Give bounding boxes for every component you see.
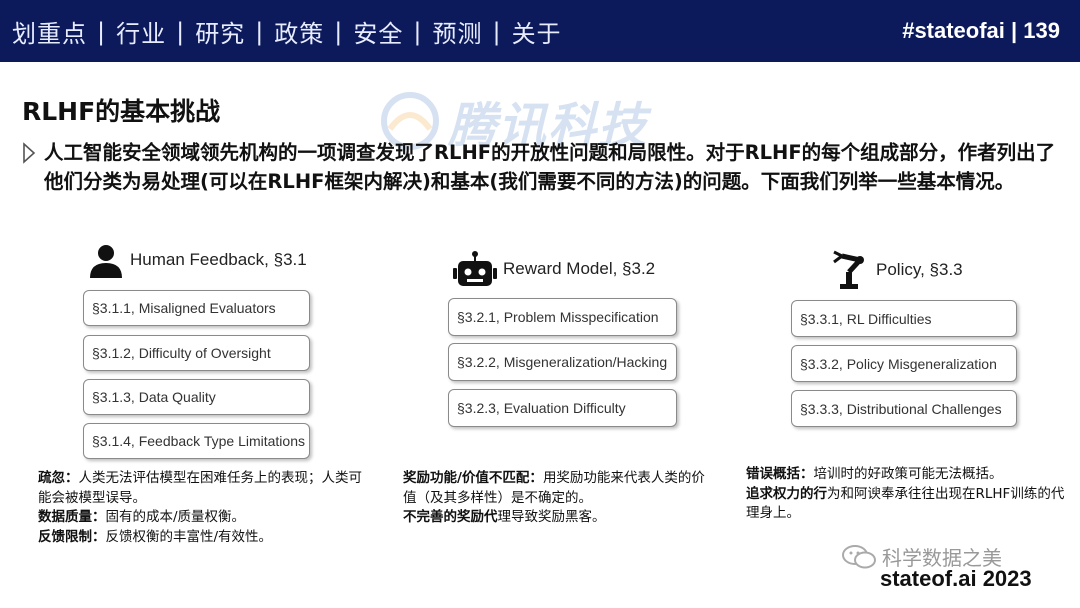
notes-human-feedback: 疏忽：人类无法评估模型在困难任务上的表现；人类可能会被模型误导。 数据质量：固有… bbox=[38, 469, 368, 547]
note-text: 培训时的好政策可能无法概括。 bbox=[813, 466, 1003, 482]
challenge-box: §3.1.3, Data Quality bbox=[83, 379, 310, 415]
challenge-box: §3.3.3, Distributional Challenges bbox=[791, 390, 1017, 427]
note-line: 追求权力的行为和阿谀奉承往往出现在RLHF训练的代理身上。 bbox=[746, 485, 1066, 524]
challenge-label: §3.1.2, Difficulty of Oversight bbox=[92, 345, 271, 361]
note-label: 反馈限制： bbox=[38, 528, 106, 545]
note-text: 理导致奖励黑客。 bbox=[497, 509, 606, 525]
challenge-box: §3.2.1, Problem Misspecification bbox=[448, 298, 677, 336]
column-heading-reward-model: Reward Model, §3.2 bbox=[453, 250, 655, 288]
robot-icon bbox=[453, 251, 497, 286]
robot-arm-icon bbox=[833, 250, 864, 289]
nav-separator: | bbox=[255, 17, 265, 46]
column-heading-policy: Policy, §3.3 bbox=[828, 250, 963, 290]
column-heading-label: Policy, §3.3 bbox=[876, 260, 963, 279]
challenge-label: §3.1.3, Data Quality bbox=[92, 389, 216, 405]
nav-separator: | bbox=[492, 17, 502, 46]
challenge-label: §3.3.3, Distributional Challenges bbox=[800, 400, 1002, 417]
note-line: 不完善的奖励代理导致奖励黑客。 bbox=[403, 508, 718, 528]
nav-separator: | bbox=[334, 17, 344, 46]
bullet-arrow-icon bbox=[23, 142, 36, 164]
challenge-box: §3.1.2, Difficulty of Oversight bbox=[83, 335, 310, 371]
note-label: 奖励功能/价值不匹配： bbox=[403, 470, 543, 486]
challenge-box: §3.2.2, Misgeneralization/Hacking bbox=[448, 343, 677, 381]
page-title: RLHF的基本挑战 bbox=[22, 97, 221, 126]
nav-separator: | bbox=[413, 17, 423, 46]
challenge-label: §3.1.1, Misaligned Evaluators bbox=[92, 300, 276, 316]
brand-footer: stateof.ai 2023 bbox=[880, 566, 1032, 591]
column-heading-label: Human Feedback, §3.1 bbox=[130, 250, 307, 269]
notes-reward-model: 奖励功能/价值不匹配：用奖励功能来代表人类的价值（及其多样性）是不确定的。 不完… bbox=[403, 469, 718, 528]
note-label: 疏忽： bbox=[38, 470, 79, 486]
nav-separator: | bbox=[97, 17, 107, 46]
challenge-label: §3.3.1, RL Difficulties bbox=[800, 310, 932, 327]
nav-item-research[interactable]: 研究 bbox=[195, 14, 245, 49]
challenge-label: §3.3.2, Policy Misgeneralization bbox=[800, 355, 997, 372]
challenge-label: §3.2.1, Problem Misspecification bbox=[457, 309, 659, 325]
challenge-box: §3.1.4, Feedback Type Limitations bbox=[83, 423, 310, 459]
nav-item-politics[interactable]: 政策 bbox=[274, 14, 324, 49]
column-heading-label: Reward Model, §3.2 bbox=[503, 259, 656, 278]
challenge-box: §3.3.2, Policy Misgeneralization bbox=[791, 345, 1017, 382]
nav-item-highlights[interactable]: 划重点 bbox=[12, 14, 87, 49]
note-text: 固有的成本/质量权衡。 bbox=[105, 509, 246, 525]
slide-tag: #stateofai | 139 bbox=[902, 18, 1060, 43]
challenge-label: §3.2.3, Evaluation Difficulty bbox=[457, 400, 626, 416]
challenge-label: §3.1.4, Feedback Type Limitations bbox=[92, 433, 305, 449]
note-label: 追求权力的行 bbox=[746, 485, 827, 502]
top-bar: 划重点 | 行业 | 研究 | 政策 | 安全 | 预测 | 关于 #state… bbox=[0, 0, 1080, 62]
note-label: 不完善的奖励代 bbox=[403, 509, 498, 525]
wechat-icon bbox=[842, 544, 876, 568]
note-line: 反馈限制：反馈权衡的丰富性/有效性。 bbox=[38, 528, 368, 548]
challenge-box: §3.3.1, RL Difficulties bbox=[791, 300, 1017, 337]
note-line: 奖励功能/价值不匹配：用奖励功能来代表人类的价值（及其多样性）是不确定的。 bbox=[403, 469, 718, 508]
nav-separator: | bbox=[176, 17, 186, 46]
note-line: 疏忽：人类无法评估模型在困难任务上的表现；人类可能会被模型误导。 bbox=[38, 469, 368, 508]
note-text: 反馈权衡的丰富性/有效性。 bbox=[105, 528, 273, 545]
challenge-box: §3.2.3, Evaluation Difficulty bbox=[448, 389, 677, 427]
note-label: 数据质量： bbox=[38, 509, 106, 525]
challenge-label: §3.2.2, Misgeneralization/Hacking bbox=[457, 354, 668, 370]
note-line: 错误概括：培训时的好政策可能无法概括。 bbox=[746, 465, 1066, 485]
notes-policy: 错误概括：培训时的好政策可能无法概括。 追求权力的行为和阿谀奉承往往出现在RLH… bbox=[746, 465, 1066, 524]
note-line: 数据质量：固有的成本/质量权衡。 bbox=[38, 508, 368, 528]
nav-item-predictions[interactable]: 预测 bbox=[432, 14, 482, 49]
nav-item-about[interactable]: 关于 bbox=[512, 14, 562, 49]
nav-item-safety[interactable]: 安全 bbox=[353, 14, 403, 49]
section-nav: 划重点 | 行业 | 研究 | 政策 | 安全 | 预测 | 关于 bbox=[12, 14, 562, 49]
note-text: 人类无法评估模型在困难任务上的表现；人类可能会被模型误导。 bbox=[38, 470, 362, 506]
nav-item-industry[interactable]: 行业 bbox=[116, 14, 166, 49]
challenge-box: §3.1.1, Misaligned Evaluators bbox=[83, 290, 310, 326]
person-icon bbox=[90, 245, 122, 278]
intro-paragraph: 人工智能安全领域领先机构的一项调查发现了RLHF的开放性问题和局限性。对于RLH… bbox=[44, 141, 1056, 193]
note-label: 错误概括： bbox=[746, 466, 814, 482]
column-heading-human-feedback: Human Feedback, §3.1 bbox=[88, 242, 307, 278]
